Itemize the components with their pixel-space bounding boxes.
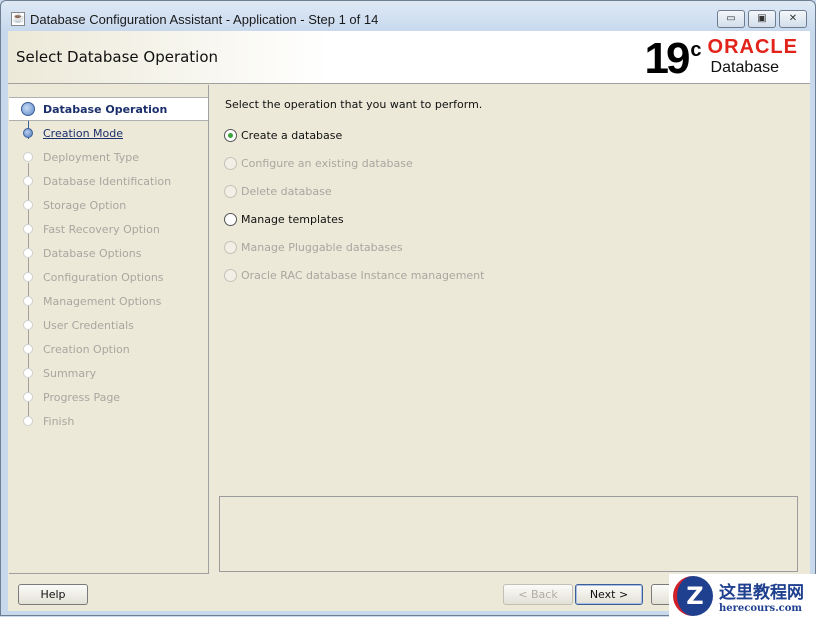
radio-button <box>224 185 237 198</box>
step-label: Management Options <box>43 294 162 308</box>
back-button[interactable]: < Back <box>503 584 573 605</box>
step-label: Deployment Type <box>43 150 140 164</box>
radio-button <box>224 157 237 170</box>
step-finish: Finish <box>9 409 208 433</box>
step-database-identification: Database Identification <box>9 169 208 193</box>
prompt-text: Select the operation that you want to pe… <box>225 98 483 111</box>
step-creation-option: Creation Option <box>9 337 208 361</box>
step-dot-icon <box>21 102 35 116</box>
java-icon: ☕ <box>11 12 25 26</box>
step-label: Configuration Options <box>43 270 164 284</box>
option-configure-an-existing-database: Configure an existing database <box>224 157 413 170</box>
option-label: Delete database <box>241 185 332 198</box>
step-dot-icon <box>23 320 33 330</box>
step-management-options: Management Options <box>9 289 208 313</box>
oracle-logo: 19 c ORACLE Database <box>644 37 798 81</box>
logo-sup: c <box>690 39 702 61</box>
close-button[interactable]: ✕ <box>779 10 807 28</box>
step-label: Database Operation <box>43 102 168 116</box>
steps-sidebar: Database Operation Creation Mode Deploymen… <box>9 85 209 574</box>
option-label: Manage Pluggable databases <box>241 241 403 254</box>
step-dot-icon <box>23 416 33 426</box>
step-progress-page: Progress Page <box>9 385 208 409</box>
step-dot-icon <box>23 152 33 162</box>
step-dot-icon <box>23 224 33 234</box>
watermark-url: herecours.com <box>719 602 803 614</box>
option-manage-templates[interactable]: Manage templates <box>224 213 344 226</box>
step-label: User Credentials <box>43 318 134 332</box>
step-dot-icon <box>23 272 33 282</box>
step-dot-icon <box>23 128 33 138</box>
step-label: Progress Page <box>43 390 121 404</box>
step-label: Storage Option <box>43 198 127 212</box>
option-label: Manage templates <box>241 213 344 226</box>
step-dot-icon <box>23 296 33 306</box>
app-window: ☕ Database Configuration Assistant - App… <box>0 0 816 617</box>
radio-button <box>224 241 237 254</box>
next-button[interactable]: Next > <box>575 584 643 605</box>
step-dot-icon <box>23 368 33 378</box>
header: Select Database Operation 19 c ORACLE Da… <box>8 31 810 84</box>
title-bar: ☕ Database Configuration Assistant - App… <box>11 9 378 29</box>
step-dot-icon <box>23 176 33 186</box>
step-configuration-options: Configuration Options <box>9 265 208 289</box>
step-dot-icon <box>23 392 33 402</box>
step-label: Database Identification <box>43 174 172 188</box>
window-title: Database Configuration Assistant - Appli… <box>30 11 379 27</box>
radio-button[interactable] <box>224 213 237 226</box>
watermark: Z 这里教程网 herecours.com <box>669 574 816 617</box>
radio-button[interactable] <box>224 129 237 142</box>
step-deployment-type: Deployment Type <box>9 145 208 169</box>
option-create-a-database[interactable]: Create a database <box>224 129 342 142</box>
option-label: Create a database <box>241 129 343 142</box>
step-creation-mode[interactable]: Creation Mode <box>9 121 208 145</box>
logo-brand: ORACLE <box>707 36 798 58</box>
step-database-options: Database Options <box>9 241 208 265</box>
step-dot-icon <box>23 248 33 258</box>
step-fast-recovery-option: Fast Recovery Option <box>9 217 208 241</box>
step-summary: Summary <box>9 361 208 385</box>
option-delete-database: Delete database <box>224 185 332 198</box>
step-label: Database Options <box>43 246 142 260</box>
step-label: Fast Recovery Option <box>43 222 160 236</box>
logo-version: 19 <box>644 34 690 83</box>
step-label: Finish <box>43 414 75 428</box>
radio-button <box>224 269 237 282</box>
watermark-logo-icon: Z <box>673 575 713 616</box>
option-manage-pluggable-databases: Manage Pluggable databases <box>224 241 403 254</box>
step-label: Summary <box>43 366 97 380</box>
help-button[interactable]: Help <box>18 584 88 605</box>
page-title: Select Database Operation <box>16 48 219 66</box>
option-label: Configure an existing database <box>241 157 413 170</box>
option-oracle-rac-database-instance-management: Oracle RAC database Instance management <box>224 269 484 282</box>
step-user-credentials: User Credentials <box>9 313 208 337</box>
maximize-button[interactable]: ▣ <box>748 10 776 28</box>
step-label: Creation Mode <box>43 126 124 140</box>
step-label: Creation Option <box>43 342 130 356</box>
step-database-operation: Database Operation <box>9 97 208 121</box>
logo-product: Database <box>710 59 780 76</box>
step-storage-option: Storage Option <box>9 193 208 217</box>
option-label: Oracle RAC database Instance management <box>241 269 485 282</box>
minimize-button[interactable]: ▭ <box>717 10 745 28</box>
details-area <box>219 496 798 572</box>
watermark-title: 这里教程网 <box>719 582 804 603</box>
step-dot-icon <box>23 344 33 354</box>
step-dot-icon <box>23 200 33 210</box>
